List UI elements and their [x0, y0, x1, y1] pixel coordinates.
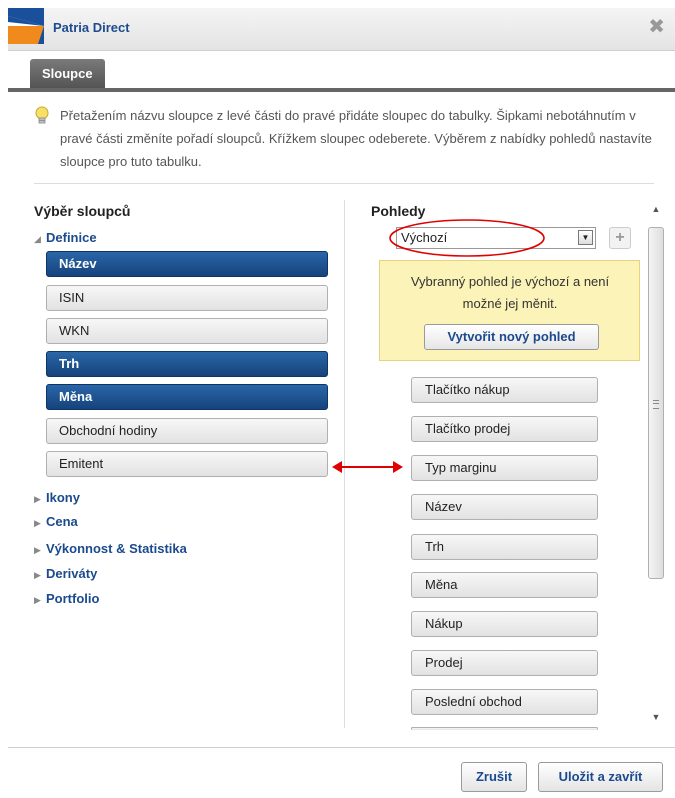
window-title: Patria Direct — [53, 20, 130, 35]
tab-sloupce[interactable]: Sloupce — [30, 59, 105, 88]
group-vykonnost-statistika[interactable]: ▶ Výkonnost & Statistika — [34, 541, 187, 556]
view-column-item[interactable]: Tlačítko prodej — [411, 416, 598, 442]
column-item-obchodni-hodiny[interactable]: Obchodní hodiny — [46, 418, 328, 444]
expanded-triangle-icon: ◢ — [34, 234, 41, 244]
group-cena[interactable]: ▶ Cena — [34, 514, 78, 529]
scrollbar-thumb[interactable] — [648, 227, 664, 579]
group-definice[interactable]: ◢ Definice — [34, 230, 97, 245]
view-column-item[interactable]: Poslední obchod — [411, 689, 598, 715]
view-column-item[interactable]: Název — [411, 494, 598, 520]
collapsed-triangle-icon: ▶ — [34, 494, 41, 504]
group-label: Definice — [46, 230, 97, 245]
collapsed-triangle-icon: ▶ — [34, 518, 41, 528]
create-view-button[interactable]: Vytvořit nový pohled — [424, 324, 599, 350]
add-view-button[interactable]: + — [609, 227, 631, 249]
column-item-mena[interactable]: Měna — [46, 384, 328, 410]
column-item-trh[interactable]: Trh — [46, 351, 328, 377]
double-arrow-annotation — [332, 461, 403, 473]
tab-bar: Sloupce — [8, 50, 675, 92]
view-column-item-partial — [411, 727, 598, 730]
column-item-isin[interactable]: ISIN — [46, 285, 328, 311]
group-label: Výkonnost & Statistika — [46, 541, 187, 556]
scroll-up-icon[interactable]: ▲ — [650, 204, 662, 216]
view-column-item[interactable]: Trh — [411, 534, 598, 560]
divider — [34, 183, 654, 184]
save-and-close-button[interactable]: Uložit a zavřít — [538, 762, 663, 792]
right-panel-title: Pohledy — [371, 203, 426, 219]
highlight-ellipse — [389, 219, 545, 257]
view-column-item[interactable]: Tlačítko nákup — [411, 377, 598, 403]
close-icon[interactable]: ✖ — [648, 17, 665, 37]
group-ikony[interactable]: ▶ Ikony — [34, 490, 80, 505]
notice-text: Vybranný pohled je výchozí a není možné … — [410, 274, 610, 311]
scroll-down-icon[interactable]: ▼ — [650, 712, 662, 724]
footer-divider — [8, 747, 675, 748]
title-bar: Patria Direct ✖ — [8, 8, 675, 51]
column-item-emitent[interactable]: Emitent — [46, 451, 328, 477]
column-item-nazev[interactable]: Název — [46, 251, 328, 277]
grip-icon — [653, 400, 659, 409]
view-column-item[interactable]: Prodej — [411, 650, 598, 676]
info-text: Přetažením názvu sloupce z levé části do… — [60, 108, 652, 169]
scrollbar[interactable]: ▲ ▼ — [646, 200, 666, 728]
view-column-item[interactable]: Nákup — [411, 611, 598, 637]
view-column-item[interactable]: Měna — [411, 572, 598, 598]
group-label: Deriváty — [46, 566, 98, 581]
group-label: Cena — [46, 514, 78, 529]
left-panel-title: Výběr sloupců — [34, 203, 131, 219]
lightbulb-icon — [35, 106, 49, 124]
view-column-item[interactable]: Typ marginu — [411, 455, 598, 481]
column-item-wkn[interactable]: WKN — [46, 318, 328, 344]
default-view-notice: Vybranný pohled je výchozí a není možné … — [379, 260, 640, 361]
collapsed-triangle-icon: ▶ — [34, 545, 41, 555]
group-portfolio[interactable]: ▶ Portfolio — [34, 591, 99, 606]
cancel-button[interactable]: Zrušit — [461, 762, 527, 792]
group-derivaty[interactable]: ▶ Deriváty — [34, 566, 97, 581]
collapsed-triangle-icon: ▶ — [34, 595, 41, 605]
patria-logo-icon — [8, 8, 44, 44]
group-label: Ikony — [46, 490, 80, 505]
dropdown-arrow-icon[interactable]: ▼ — [578, 230, 593, 245]
collapsed-triangle-icon: ▶ — [34, 570, 41, 580]
group-label: Portfolio — [46, 591, 100, 606]
